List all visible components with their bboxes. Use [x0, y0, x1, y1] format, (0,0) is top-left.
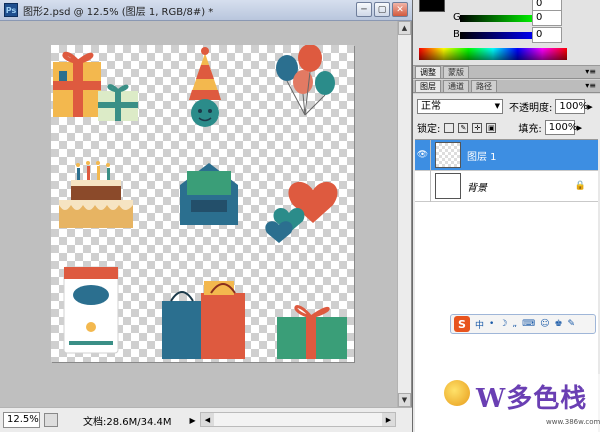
document-canvas[interactable] — [51, 44, 354, 362]
channel-label-b: B — [453, 29, 460, 40]
canvas-workarea[interactable] — [0, 21, 398, 407]
gift-box-icon — [53, 51, 138, 121]
layer-row-background[interactable]: 背景 🔒 — [415, 170, 598, 202]
close-button[interactable]: ✕ — [392, 2, 408, 17]
ime-punct-icon[interactable]: „ — [512, 319, 517, 329]
ime-tool-icon[interactable]: ✎ — [568, 319, 576, 329]
layer-tabs: 图层 通道 路径 ▾≡ — [413, 80, 600, 93]
watermark-text: W多色栈 — [476, 384, 588, 414]
layer-row-layer1[interactable]: 👁 图层 1 — [415, 139, 598, 171]
layer-thumbnail — [435, 173, 461, 199]
hearts-icon — [265, 181, 338, 243]
zoom-field[interactable]: 12.5% — [3, 412, 40, 428]
tab-masks[interactable]: 蒙版 — [443, 66, 469, 78]
layer-name: 背景 — [467, 182, 487, 194]
party-hat-icon — [189, 47, 221, 127]
blue-value-field[interactable]: 0 — [532, 27, 562, 43]
right-panels: 0 G 0 B 0 调整 蒙版 ▾≡ 图层 通道 路径 ▾≡ 正常 ▼ 不透明度… — [413, 0, 600, 432]
document-size-info: 文档:28.6M/34.4M — [83, 416, 172, 428]
ime-face-icon[interactable]: ☺ — [540, 319, 549, 329]
tab-paths[interactable]: 路径 — [471, 80, 497, 92]
blend-mode-select[interactable]: 正常 ▼ — [417, 99, 503, 114]
lock-label: 锁定: — [417, 124, 441, 135]
adjust-tabs: 调整 蒙版 ▾≡ — [413, 66, 600, 79]
fill-arrow-icon[interactable]: ▶ — [577, 124, 582, 132]
tab-adjustments[interactable]: 调整 — [415, 66, 441, 78]
lock-icon: 🔒 — [574, 181, 586, 191]
site-watermark: W多色栈 www.386w.com — [436, 374, 600, 432]
ime-toolbar[interactable]: S 中 • ☽ „ ⌨ ☺ ♚ ✎ — [450, 314, 596, 334]
birthday-cake-icon — [59, 161, 133, 228]
chevron-down-icon: ▼ — [494, 102, 500, 110]
artwork — [53, 44, 347, 359]
fill-label: 填充: — [518, 124, 542, 135]
minimize-button[interactable]: ─ — [356, 2, 372, 17]
photoshop-app-icon: Ps — [4, 3, 18, 17]
phone-birthday-icon — [63, 266, 119, 354]
ime-chinese-mode[interactable]: 中 — [475, 318, 484, 331]
vertical-scrollbar[interactable]: ▲ ▼ — [397, 21, 411, 407]
color-spectrum[interactable] — [419, 48, 567, 60]
status-bar: 12.5% 文档:28.6M/34.4M ▶ ◀ ▶ — [0, 407, 412, 432]
tab-layers[interactable]: 图层 — [415, 80, 441, 92]
document-title: 图形2.psd @ 12.5% (图层 1, RGB/8#) * — [23, 6, 214, 18]
watermark-logo-icon — [444, 380, 470, 406]
layers-panel-menu-icon[interactable]: ▾≡ — [585, 80, 596, 92]
foreground-color-swatch[interactable] — [419, 0, 445, 12]
status-menu-arrow-icon[interactable]: ▶ — [190, 416, 196, 425]
lock-all-icon[interactable]: ▣ — [486, 122, 497, 133]
ime-dot-icon[interactable]: • — [489, 319, 494, 329]
green-slider[interactable] — [460, 15, 538, 22]
opacity-label: 不透明度: — [509, 103, 553, 114]
fill-field[interactable]: 100% — [544, 120, 577, 135]
scroll-up-arrow-icon[interactable]: ▲ — [398, 21, 411, 35]
opacity-arrow-icon[interactable]: ▶ — [587, 103, 592, 111]
horizontal-scrollbar[interactable]: ◀ ▶ — [200, 412, 396, 427]
blue-slider[interactable] — [460, 32, 538, 39]
lock-transparent-icon[interactable] — [444, 122, 455, 133]
scroll-right-arrow-icon[interactable]: ▶ — [382, 413, 395, 426]
green-gift-icon — [277, 305, 347, 359]
opacity-field[interactable]: 100% — [555, 99, 588, 114]
navigator-icon[interactable] — [44, 413, 58, 427]
ime-logo-icon[interactable]: S — [454, 316, 470, 332]
scroll-down-arrow-icon[interactable]: ▼ — [398, 393, 411, 407]
color-panel: 0 G 0 B 0 — [413, 0, 600, 66]
ime-keyboard-icon[interactable]: ⌨ — [522, 319, 535, 329]
tab-channels[interactable]: 通道 — [443, 80, 469, 92]
ime-skin-icon[interactable]: ♚ — [554, 319, 562, 329]
watermark-url: www.386w.com — [546, 418, 600, 426]
eye-icon[interactable]: 👁 — [415, 139, 431, 171]
document-window: Ps 图形2.psd @ 12.5% (图层 1, RGB/8#) * ─ ▢ … — [0, 0, 412, 432]
eye-empty-icon[interactable] — [415, 170, 431, 202]
scroll-left-arrow-icon[interactable]: ◀ — [201, 413, 214, 426]
layer-name: 图层 1 — [467, 151, 497, 163]
birthday-card-icon — [180, 163, 238, 225]
restore-button[interactable]: ▢ — [374, 2, 390, 17]
panel-menu-icon[interactable]: ▾≡ — [585, 66, 596, 78]
layer-thumbnail — [435, 142, 461, 168]
shopping-bags-icon — [162, 281, 245, 359]
lock-position-icon[interactable]: ✛ — [472, 122, 483, 133]
green-value-field[interactable]: 0 — [532, 10, 562, 26]
ime-moon-icon[interactable]: ☽ — [499, 319, 507, 329]
balloons-icon — [276, 44, 335, 116]
document-titlebar[interactable]: Ps 图形2.psd @ 12.5% (图层 1, RGB/8#) * ─ ▢ … — [0, 0, 412, 21]
blend-mode-value: 正常 — [421, 101, 441, 112]
lock-image-icon[interactable]: ✎ — [458, 122, 469, 133]
